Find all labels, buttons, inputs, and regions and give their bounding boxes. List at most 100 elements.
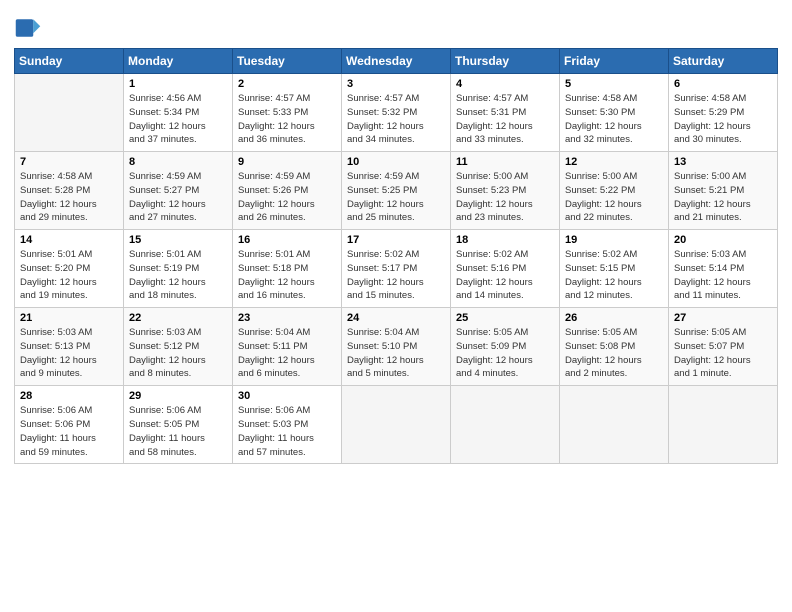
calendar-cell: 5 Sunrise: 4:58 AMSunset: 5:30 PMDaylight… <box>560 74 669 152</box>
calendar-table: SundayMondayTuesdayWednesdayThursdayFrid… <box>14 48 778 464</box>
day-info: Sunrise: 4:59 AMSunset: 5:26 PMDaylight:… <box>238 170 336 225</box>
day-info: Sunrise: 4:59 AMSunset: 5:27 PMDaylight:… <box>129 170 227 225</box>
day-info: Sunrise: 5:00 AMSunset: 5:23 PMDaylight:… <box>456 170 554 225</box>
day-info: Sunrise: 5:02 AMSunset: 5:17 PMDaylight:… <box>347 248 445 303</box>
day-info: Sunrise: 4:58 AMSunset: 5:28 PMDaylight:… <box>20 170 118 225</box>
day-number: 7 <box>20 156 118 168</box>
day-info: Sunrise: 4:58 AMSunset: 5:30 PMDaylight:… <box>565 92 663 147</box>
day-number: 24 <box>347 312 445 324</box>
day-info: Sunrise: 5:03 AMSunset: 5:14 PMDaylight:… <box>674 248 772 303</box>
page-container: SundayMondayTuesdayWednesdayThursdayFrid… <box>0 0 792 474</box>
day-number: 30 <box>238 390 336 402</box>
calendar-cell: 21Sunrise: 5:03 AMSunset: 5:13 PMDayligh… <box>15 308 124 386</box>
day-number: 18 <box>456 234 554 246</box>
day-number: 3 <box>347 78 445 90</box>
calendar-cell: 24 Sunrise: 5:04 AMSunset: 5:10 PMDayligh… <box>342 308 451 386</box>
day-number: 4 <box>456 78 554 90</box>
day-info: Sunrise: 5:02 AMSunset: 5:16 PMDaylight:… <box>456 248 554 303</box>
day-number: 20 <box>674 234 772 246</box>
day-info: Sunrise: 5:00 AMSunset: 5:22 PMDaylight:… <box>565 170 663 225</box>
day-number: 16 <box>238 234 336 246</box>
day-number: 9 <box>238 156 336 168</box>
calendar-cell <box>669 386 778 464</box>
day-number: 12 <box>565 156 663 168</box>
logo <box>14 14 44 42</box>
calendar-cell: 25 Sunrise: 5:05 AMSunset: 5:09 PMDayligh… <box>451 308 560 386</box>
day-number: 10 <box>347 156 445 168</box>
day-info: Sunrise: 5:05 AMSunset: 5:07 PMDaylight:… <box>674 326 772 381</box>
day-info: Sunrise: 5:06 AMSunset: 5:03 PMDaylight:… <box>238 404 336 459</box>
day-info: Sunrise: 5:00 AMSunset: 5:21 PMDaylight:… <box>674 170 772 225</box>
day-info: Sunrise: 5:04 AMSunset: 5:11 PMDaylight:… <box>238 326 336 381</box>
day-number: 2 <box>238 78 336 90</box>
calendar-cell: 12 Sunrise: 5:00 AMSunset: 5:22 PMDayligh… <box>560 152 669 230</box>
calendar-cell: 13Sunrise: 5:00 AMSunset: 5:21 PMDayligh… <box>669 152 778 230</box>
calendar-cell: 18 Sunrise: 5:02 AMSunset: 5:16 PMDayligh… <box>451 230 560 308</box>
calendar-cell: 8 Sunrise: 4:59 AMSunset: 5:27 PMDaylight… <box>124 152 233 230</box>
calendar-cell: 26 Sunrise: 5:05 AMSunset: 5:08 PMDayligh… <box>560 308 669 386</box>
header-row: SundayMondayTuesdayWednesdayThursdayFrid… <box>15 49 778 74</box>
calendar-cell: 20 Sunrise: 5:03 AMSunset: 5:14 PMDayligh… <box>669 230 778 308</box>
calendar-cell <box>560 386 669 464</box>
calendar-cell: 7 Sunrise: 4:58 AMSunset: 5:28 PMDaylight… <box>15 152 124 230</box>
day-number: 28 <box>20 390 118 402</box>
week-row-5: 28 Sunrise: 5:06 AMSunset: 5:06 PMDayligh… <box>15 386 778 464</box>
day-header-monday: Monday <box>124 49 233 74</box>
day-info: Sunrise: 5:01 AMSunset: 5:20 PMDaylight:… <box>20 248 118 303</box>
calendar-cell: 14 Sunrise: 5:01 AMSunset: 5:20 PMDayligh… <box>15 230 124 308</box>
day-info: Sunrise: 4:57 AMSunset: 5:33 PMDaylight:… <box>238 92 336 147</box>
calendar-cell <box>342 386 451 464</box>
week-row-2: 7 Sunrise: 4:58 AMSunset: 5:28 PMDaylight… <box>15 152 778 230</box>
day-info: Sunrise: 4:57 AMSunset: 5:31 PMDaylight:… <box>456 92 554 147</box>
day-info: Sunrise: 5:03 AMSunset: 5:13 PMDaylight:… <box>20 326 118 381</box>
day-number: 26 <box>565 312 663 324</box>
calendar-cell: 2 Sunrise: 4:57 AMSunset: 5:33 PMDaylight… <box>233 74 342 152</box>
day-info: Sunrise: 5:01 AMSunset: 5:18 PMDaylight:… <box>238 248 336 303</box>
day-info: Sunrise: 5:05 AMSunset: 5:08 PMDaylight:… <box>565 326 663 381</box>
day-number: 25 <box>456 312 554 324</box>
day-number: 27 <box>674 312 772 324</box>
day-header-thursday: Thursday <box>451 49 560 74</box>
calendar-cell: 15Sunrise: 5:01 AMSunset: 5:19 PMDayligh… <box>124 230 233 308</box>
calendar-cell: 27 Sunrise: 5:05 AMSunset: 5:07 PMDayligh… <box>669 308 778 386</box>
calendar-cell: 17Sunrise: 5:02 AMSunset: 5:17 PMDayligh… <box>342 230 451 308</box>
day-info: Sunrise: 4:56 AMSunset: 5:34 PMDaylight:… <box>129 92 227 147</box>
day-info: Sunrise: 5:02 AMSunset: 5:15 PMDaylight:… <box>565 248 663 303</box>
day-header-tuesday: Tuesday <box>233 49 342 74</box>
calendar-cell <box>451 386 560 464</box>
calendar-cell: 3 Sunrise: 4:57 AMSunset: 5:32 PMDaylight… <box>342 74 451 152</box>
day-info: Sunrise: 5:05 AMSunset: 5:09 PMDaylight:… <box>456 326 554 381</box>
calendar-body: 1Sunrise: 4:56 AMSunset: 5:34 PMDaylight… <box>15 74 778 464</box>
calendar-cell: 6 Sunrise: 4:58 AMSunset: 5:29 PMDaylight… <box>669 74 778 152</box>
day-number: 15 <box>129 234 227 246</box>
week-row-3: 14 Sunrise: 5:01 AMSunset: 5:20 PMDayligh… <box>15 230 778 308</box>
calendar-cell: 9 Sunrise: 4:59 AMSunset: 5:26 PMDaylight… <box>233 152 342 230</box>
calendar-cell <box>15 74 124 152</box>
day-info: Sunrise: 5:06 AMSunset: 5:06 PMDaylight:… <box>20 404 118 459</box>
day-info: Sunrise: 4:58 AMSunset: 5:29 PMDaylight:… <box>674 92 772 147</box>
calendar-cell: 19 Sunrise: 5:02 AMSunset: 5:15 PMDayligh… <box>560 230 669 308</box>
header <box>14 10 778 42</box>
calendar-cell: 29 Sunrise: 5:06 AMSunset: 5:05 PMDayligh… <box>124 386 233 464</box>
day-info: Sunrise: 4:57 AMSunset: 5:32 PMDaylight:… <box>347 92 445 147</box>
day-header-sunday: Sunday <box>15 49 124 74</box>
day-number: 8 <box>129 156 227 168</box>
day-number: 29 <box>129 390 227 402</box>
day-number: 5 <box>565 78 663 90</box>
day-number: 22 <box>129 312 227 324</box>
day-info: Sunrise: 5:06 AMSunset: 5:05 PMDaylight:… <box>129 404 227 459</box>
calendar-cell: 16 Sunrise: 5:01 AMSunset: 5:18 PMDayligh… <box>233 230 342 308</box>
day-number: 19 <box>565 234 663 246</box>
day-number: 23 <box>238 312 336 324</box>
calendar-cell: 30 Sunrise: 5:06 AMSunset: 5:03 PMDayligh… <box>233 386 342 464</box>
day-info: Sunrise: 5:04 AMSunset: 5:10 PMDaylight:… <box>347 326 445 381</box>
day-number: 6 <box>674 78 772 90</box>
day-number: 14 <box>20 234 118 246</box>
calendar-header: SundayMondayTuesdayWednesdayThursdayFrid… <box>15 49 778 74</box>
day-info: Sunrise: 4:59 AMSunset: 5:25 PMDaylight:… <box>347 170 445 225</box>
calendar-cell: 28 Sunrise: 5:06 AMSunset: 5:06 PMDayligh… <box>15 386 124 464</box>
day-info: Sunrise: 5:03 AMSunset: 5:12 PMDaylight:… <box>129 326 227 381</box>
day-header-friday: Friday <box>560 49 669 74</box>
calendar-cell: 23 Sunrise: 5:04 AMSunset: 5:11 PMDayligh… <box>233 308 342 386</box>
calendar-cell: 1Sunrise: 4:56 AMSunset: 5:34 PMDaylight… <box>124 74 233 152</box>
